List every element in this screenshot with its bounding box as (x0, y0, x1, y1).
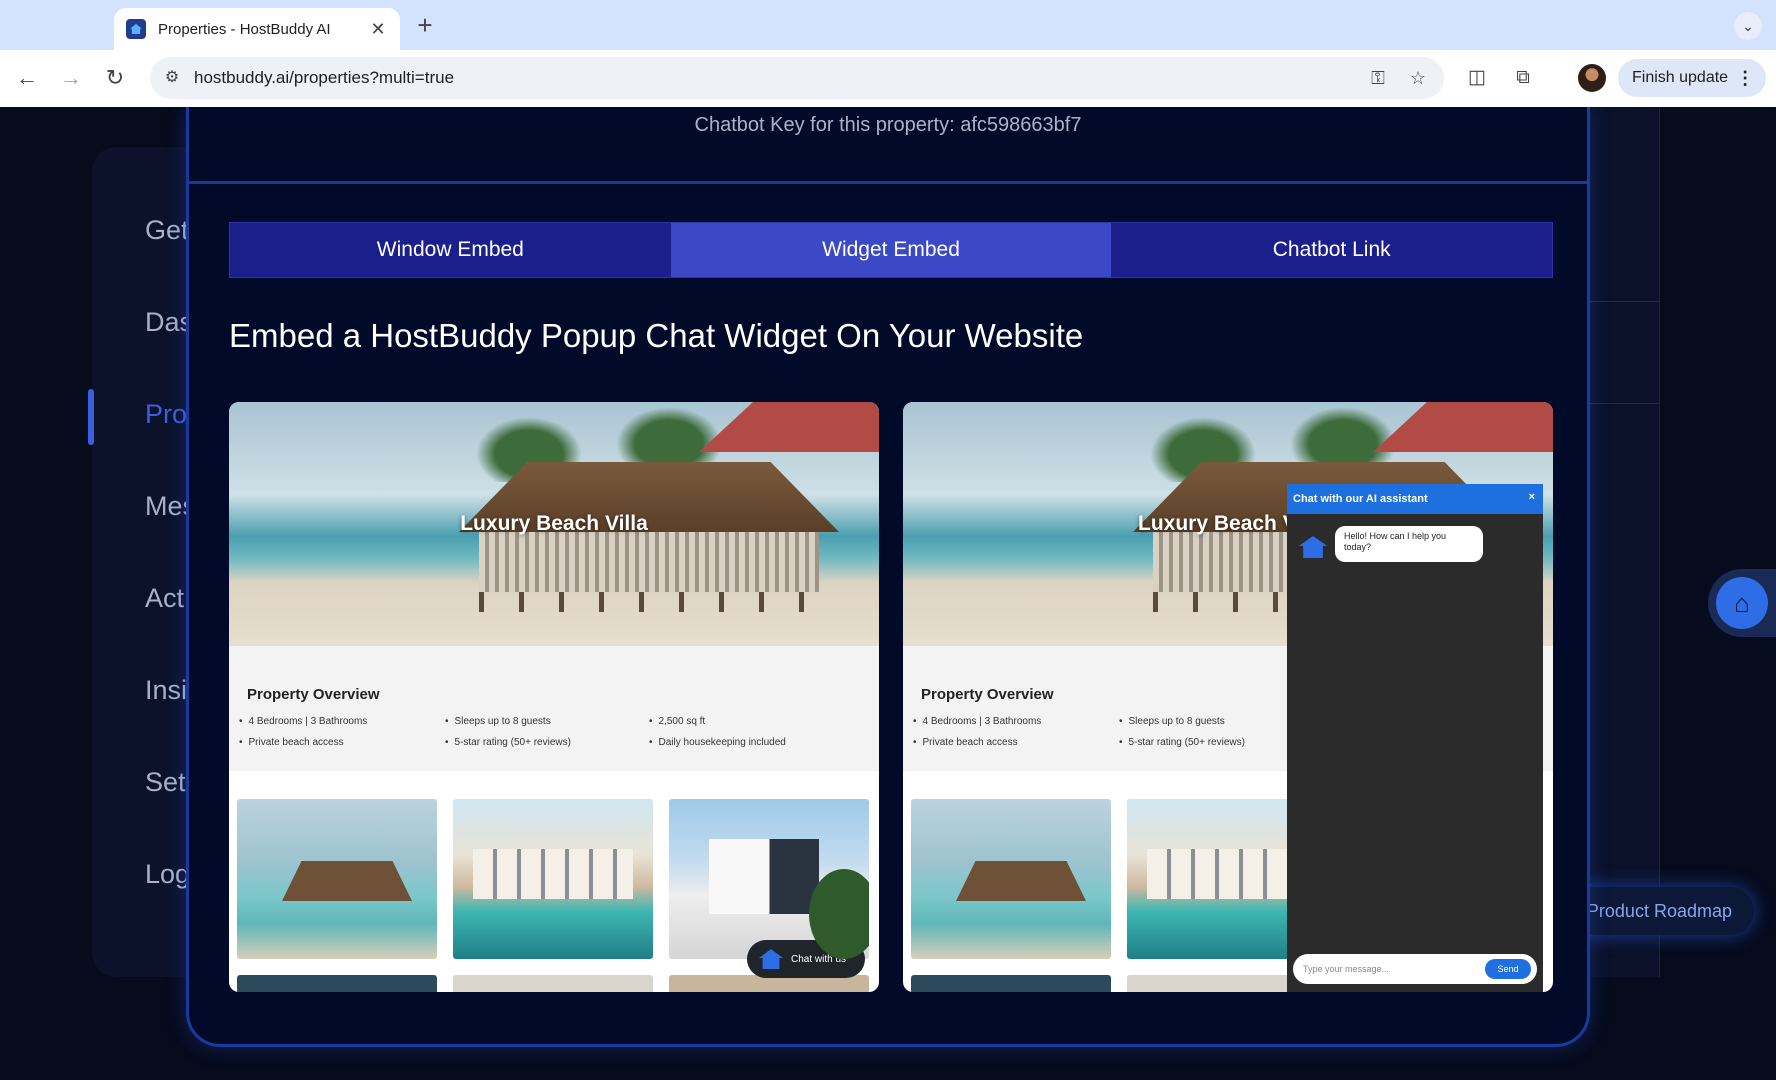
chat-header: Chat with our AI assistant × (1287, 484, 1543, 514)
section-heading: Embed a HostBuddy Popup Chat Widget On Y… (229, 317, 1084, 354)
bot-avatar-icon (1299, 536, 1327, 558)
gallery-photo (911, 975, 1111, 992)
finish-update-button[interactable]: Finish update ⋮ (1618, 59, 1766, 97)
sidebar-item-insights[interactable]: Insi (145, 675, 187, 706)
profile-avatar[interactable] (1578, 64, 1606, 92)
more-menu-icon[interactable]: ⋮ (1736, 68, 1754, 89)
chat-header-title: Chat with our AI assistant (1293, 493, 1428, 505)
gallery-photo (453, 975, 653, 992)
site-info-icon[interactable]: ⚙ (160, 66, 184, 90)
reload-icon[interactable]: ↻ (100, 63, 130, 93)
background-divider (1590, 301, 1660, 302)
tab-search-chevron-icon[interactable]: ⌄ (1734, 12, 1762, 40)
hero-image: Luxury Beach Villa (229, 402, 879, 646)
overview-item: 4 Bedrooms | 3 Bathrooms (913, 716, 1042, 727)
hero-hut (459, 462, 839, 612)
gallery-photo (237, 799, 437, 959)
overview-item: Daily housekeeping included (649, 737, 786, 748)
background-divider (1590, 403, 1660, 404)
embed-type-tabs: Window Embed Widget Embed Chatbot Link (229, 222, 1553, 278)
sidebar-active-indicator (88, 389, 94, 445)
close-tab-icon[interactable]: ✕ (368, 19, 388, 40)
browser-toolbar: ← → ↻ ⚙ hostbuddy.ai/properties?multi=tr… (0, 50, 1776, 107)
background-right-panel (1590, 107, 1660, 977)
address-bar[interactable]: ⚙ hostbuddy.ai/properties?multi=true ⚿ ☆ (150, 57, 1444, 99)
chat-input-placeholder: Type your message... (1303, 964, 1390, 974)
finish-update-label: Finish update (1632, 69, 1729, 86)
preview-website-open: Luxury Beach V Property Overview 4 Bedro… (903, 402, 1553, 992)
overview-item: Sleeps up to 8 guests (1119, 716, 1225, 727)
overview-item: Private beach access (239, 737, 344, 748)
send-button[interactable]: Send (1485, 959, 1531, 979)
gallery-photo (453, 799, 653, 959)
page-viewport: Get Das Pro Mes Act Insi Set Log ⌂ Produ… (0, 107, 1776, 1080)
overview-item: 2,500 sq ft (649, 716, 706, 727)
browser-tab-strip: Properties - HostBuddy AI ✕ + ⌄ (0, 0, 1776, 50)
extension-icon[interactable]: ◫ (1464, 65, 1490, 91)
overview-item: 4 Bedrooms | 3 Bathrooms (239, 716, 368, 727)
overview-item: Private beach access (913, 737, 1018, 748)
hero-title: Luxury Beach Villa (460, 512, 648, 535)
forward-icon[interactable]: → (56, 63, 86, 93)
sidebar-item-logout[interactable]: Log (145, 859, 190, 890)
overview-item: 5-star rating (50+ reviews) (1119, 737, 1245, 748)
tab-chatbot-link[interactable]: Chatbot Link (1111, 223, 1553, 277)
hostbuddy-floating-button[interactable]: ⌂ (1708, 569, 1776, 637)
tab-widget-embed[interactable]: Widget Embed (670, 223, 1112, 277)
close-icon[interactable]: × (1529, 491, 1535, 503)
overview-title: Property Overview (921, 686, 1054, 703)
bot-message: Hello! How can I help you today? (1335, 526, 1483, 562)
sidebar-item-properties[interactable]: Pro (145, 399, 187, 430)
gallery-photo (237, 975, 437, 992)
new-tab-icon[interactable]: + (412, 10, 438, 40)
tab-title: Properties - HostBuddy AI (158, 20, 331, 38)
chat-widget: Chat with our AI assistant × Hello! How … (1287, 484, 1543, 992)
hostbuddy-favicon-icon (126, 19, 146, 39)
browser-tab[interactable]: Properties - HostBuddy AI ✕ (114, 8, 400, 50)
back-icon[interactable]: ← (12, 63, 42, 93)
sidebar-item-get-started[interactable]: Get (145, 215, 189, 246)
overview-title: Property Overview (247, 686, 380, 703)
tab-window-embed[interactable]: Window Embed (230, 223, 671, 277)
password-key-icon[interactable]: ⚿ (1366, 66, 1390, 90)
modal-divider (189, 181, 1587, 184)
bookmark-star-icon[interactable]: ☆ (1406, 66, 1430, 90)
extensions-puzzle-icon[interactable]: ⧉ (1510, 65, 1536, 91)
property-overview: Property Overview 4 Bedrooms | 3 Bathroo… (229, 646, 879, 771)
url-text[interactable]: hostbuddy.ai/properties?multi=true (194, 68, 454, 88)
home-icon (759, 949, 783, 969)
sidebar-item-settings[interactable]: Set (145, 767, 186, 798)
embed-modal: Chatbot Key for this property: afc598663… (186, 107, 1590, 1047)
overview-item: Sleeps up to 8 guests (445, 716, 551, 727)
chat-message-input[interactable]: Type your message... Send (1293, 954, 1537, 984)
overview-item: 5-star rating (50+ reviews) (445, 737, 571, 748)
gallery-photo (669, 799, 869, 959)
chatbot-key-text: Chatbot Key for this property: afc598663… (694, 114, 1082, 136)
home-icon: ⌂ (1716, 577, 1768, 629)
gallery-photo (911, 799, 1111, 959)
sidebar-item-action-items[interactable]: Act (145, 583, 184, 614)
preview-website-closed: Luxury Beach Villa Property Overview 4 B… (229, 402, 879, 992)
